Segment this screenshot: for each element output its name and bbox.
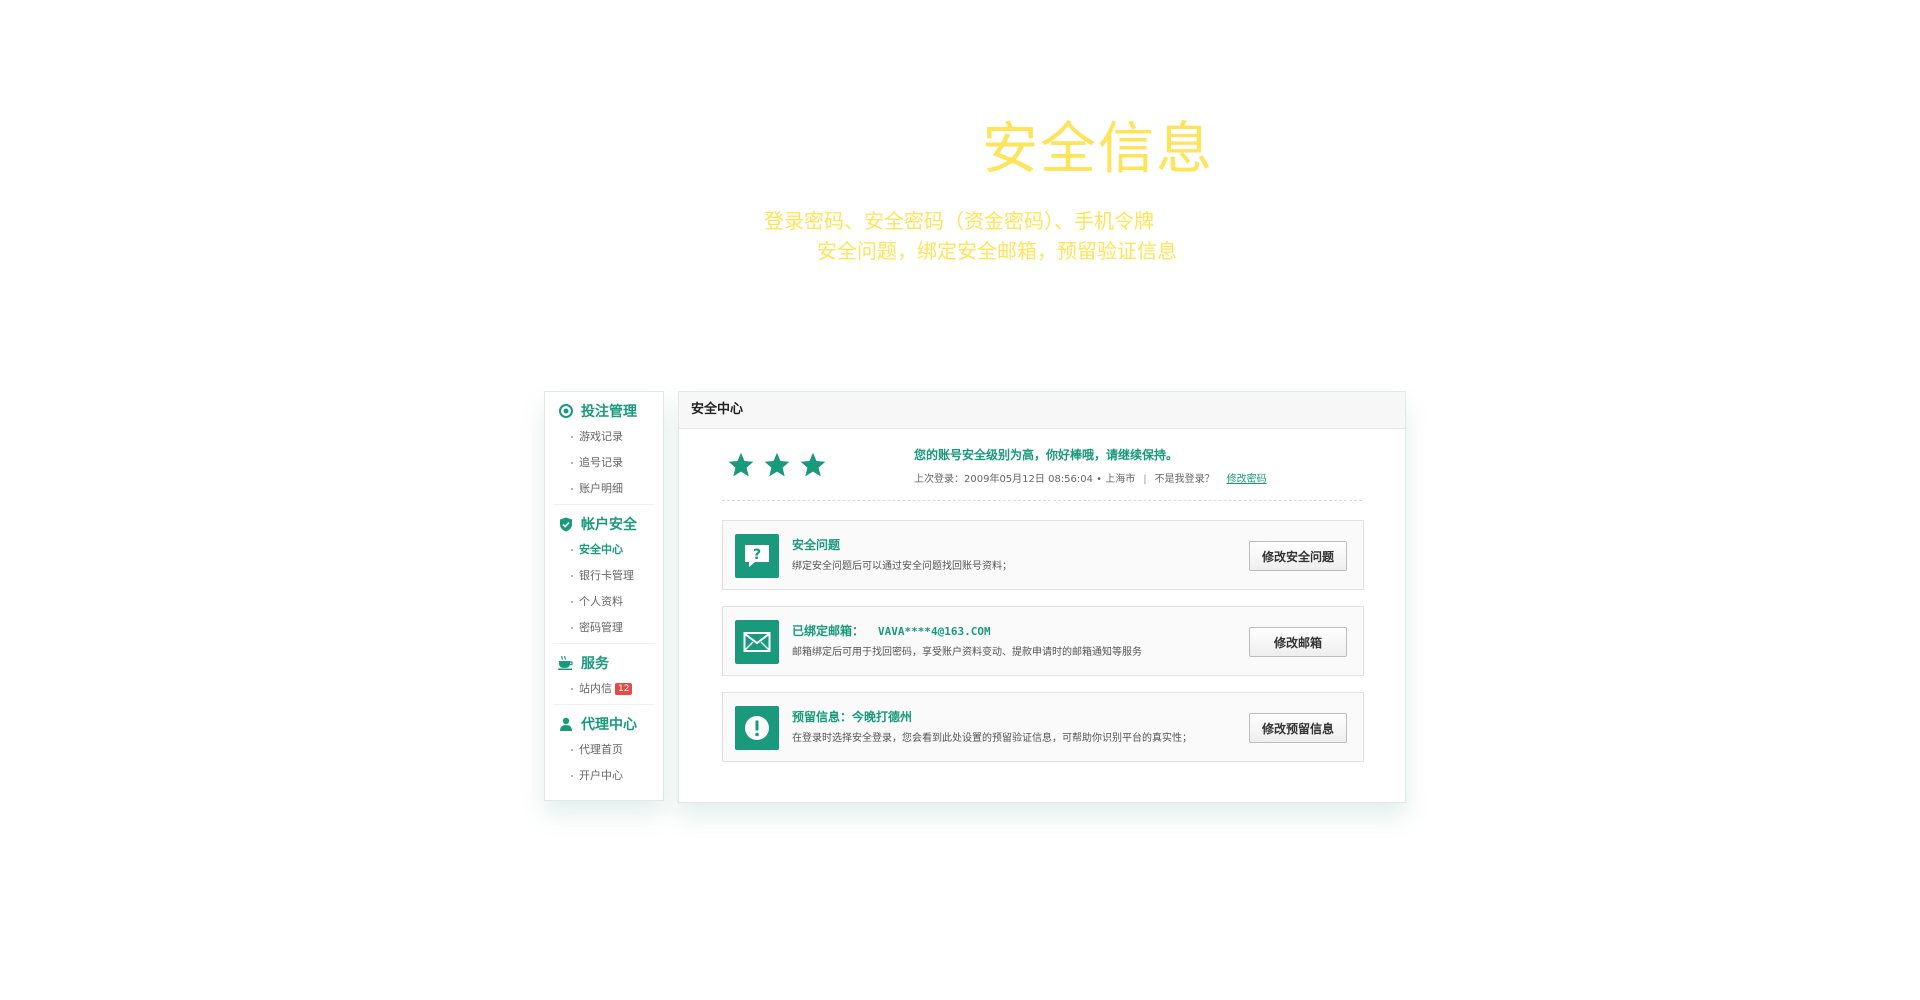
last-login-text: 上次登录：2009年05月12日 08:56:04 • 上海市 xyxy=(914,474,1136,485)
separator: | xyxy=(1143,474,1147,485)
sidebar-item-game-records[interactable]: 游戏记录 xyxy=(553,424,655,450)
card-description: 绑定安全问题后可以通过安全问题找回账号资料； xyxy=(792,561,1012,572)
change-password-link[interactable]: 修改密码 xyxy=(1227,474,1267,485)
divider xyxy=(722,500,1362,501)
reserved-info-card: 预留信息：今晚打德州 在登录时选择安全登录，您会看到此处设置的预留验证信息，可帮… xyxy=(722,692,1364,762)
sidebar-heading-service[interactable]: 服务 xyxy=(553,650,655,676)
star-icon xyxy=(764,452,790,477)
security-question-card: ? 安全问题 绑定安全问题后可以通过安全问题找回账号资料； 修改安全问题 xyxy=(722,520,1364,590)
sidebar-heading-label: 服务 xyxy=(581,656,609,672)
panel-title: 安全中心 xyxy=(679,392,1405,429)
hero-subtitle-line-1: 登录密码、安全密码（资金密码）、手机令牌 xyxy=(764,209,1154,233)
card-title: 已绑定邮箱： VAVA****4@163.COM xyxy=(792,622,991,639)
sidebar-heading-label: 投注管理 xyxy=(581,404,637,420)
last-login-info: 上次登录：2009年05月12日 08:56:04 • 上海市 | 不是我登录？ 修改… xyxy=(914,470,1267,485)
security-level-message: 您的账号安全级别为高，你好棒哦，请继续保持。 xyxy=(914,448,1179,462)
envelope-icon xyxy=(735,620,779,664)
hero-subtitle-line-2: 安全问题，绑定安全邮箱，预留验证信息 xyxy=(817,239,1177,263)
sidebar-group-service: 服务 站内信 12 xyxy=(553,643,655,704)
sidebar-item-account-opening[interactable]: 开户中心 xyxy=(553,763,655,789)
sidebar-group-betting: 投注管理 游戏记录 追号记录 账户明细 xyxy=(553,398,655,504)
sidebar-group-account-security: 帐户安全 安全中心 银行卡管理 个人资料 密码管理 xyxy=(553,504,655,643)
security-summary: 您的账号安全级别为高，你好棒哦，请继续保持。 上次登录：2009年05月12日 … xyxy=(679,429,1405,501)
sidebar-heading-agent-center[interactable]: 代理中心 xyxy=(553,711,655,737)
sidebar-heading-account-security[interactable]: 帐户安全 xyxy=(553,511,655,537)
exclamation-icon xyxy=(735,706,779,750)
security-center-panel: 安全中心 您的账号安全级别为高，你好棒哦，请继续保持。 上次登录：2009年05… xyxy=(678,391,1406,803)
sidebar: 投注管理 游戏记录 追号记录 账户明细 帐户安全 安全中心 银行卡管理 个人资料… xyxy=(544,391,664,801)
unread-count-badge: 12 xyxy=(615,683,633,695)
coffee-icon xyxy=(557,654,575,672)
sidebar-heading-label: 帐户安全 xyxy=(581,517,637,533)
sidebar-item-agent-home[interactable]: 代理首页 xyxy=(553,737,655,763)
email-label: 已绑定邮箱： xyxy=(792,624,865,638)
sidebar-item-profile[interactable]: 个人资料 xyxy=(553,589,655,615)
card-title: 预留信息：今晚打德州 xyxy=(792,710,913,724)
question-bubble-icon: ? xyxy=(735,534,779,578)
not-me-text: 不是我登录？ xyxy=(1154,474,1215,485)
card-title: 安全问题 xyxy=(792,538,841,552)
sidebar-group-agent-center: 代理中心 代理首页 开户中心 xyxy=(553,704,655,791)
email-card: 已绑定邮箱： VAVA****4@163.COM 邮箱绑定后可用于找回密码，享受账… xyxy=(722,606,1364,676)
security-level-stars xyxy=(727,451,827,479)
sidebar-item-messages[interactable]: 站内信 12 xyxy=(553,676,655,702)
sidebar-item-label: 站内信 xyxy=(579,682,612,695)
sidebar-item-security-center[interactable]: 安全中心 xyxy=(553,537,655,563)
sidebar-item-bank-cards[interactable]: 银行卡管理 xyxy=(553,563,655,589)
card-description: 在登录时选择安全登录，您会看到此处设置的预留验证信息，可帮助你识别平台的真实性； xyxy=(792,733,1192,744)
star-icon xyxy=(728,452,754,477)
bound-email-value: VAVA****4@163.COM xyxy=(878,625,991,638)
sidebar-item-password-management[interactable]: 密码管理 xyxy=(553,615,655,641)
svg-text:?: ? xyxy=(753,547,761,563)
change-reserved-info-button[interactable]: 修改预留信息 xyxy=(1249,713,1347,743)
sidebar-item-chase-records[interactable]: 追号记录 xyxy=(553,450,655,476)
star-icon xyxy=(800,452,826,477)
sidebar-heading-label: 代理中心 xyxy=(581,717,637,733)
hero-title: 安全信息 xyxy=(982,117,1214,182)
shield-icon xyxy=(557,515,575,533)
sidebar-heading-betting[interactable]: 投注管理 xyxy=(553,398,655,424)
change-security-question-button[interactable]: 修改安全问题 xyxy=(1249,541,1347,571)
card-description: 邮箱绑定后可用于找回密码，享受账户资料变动、提款申请时的邮箱通知等服务 xyxy=(792,647,1142,658)
target-icon xyxy=(557,402,575,420)
page: 安全信息 登录密码、安全密码（资金密码）、手机令牌 安全问题，绑定安全邮箱，预留… xyxy=(0,0,1920,1000)
user-icon xyxy=(557,715,575,733)
sidebar-item-account-details[interactable]: 账户明细 xyxy=(553,476,655,502)
change-email-button[interactable]: 修改邮箱 xyxy=(1249,627,1347,657)
